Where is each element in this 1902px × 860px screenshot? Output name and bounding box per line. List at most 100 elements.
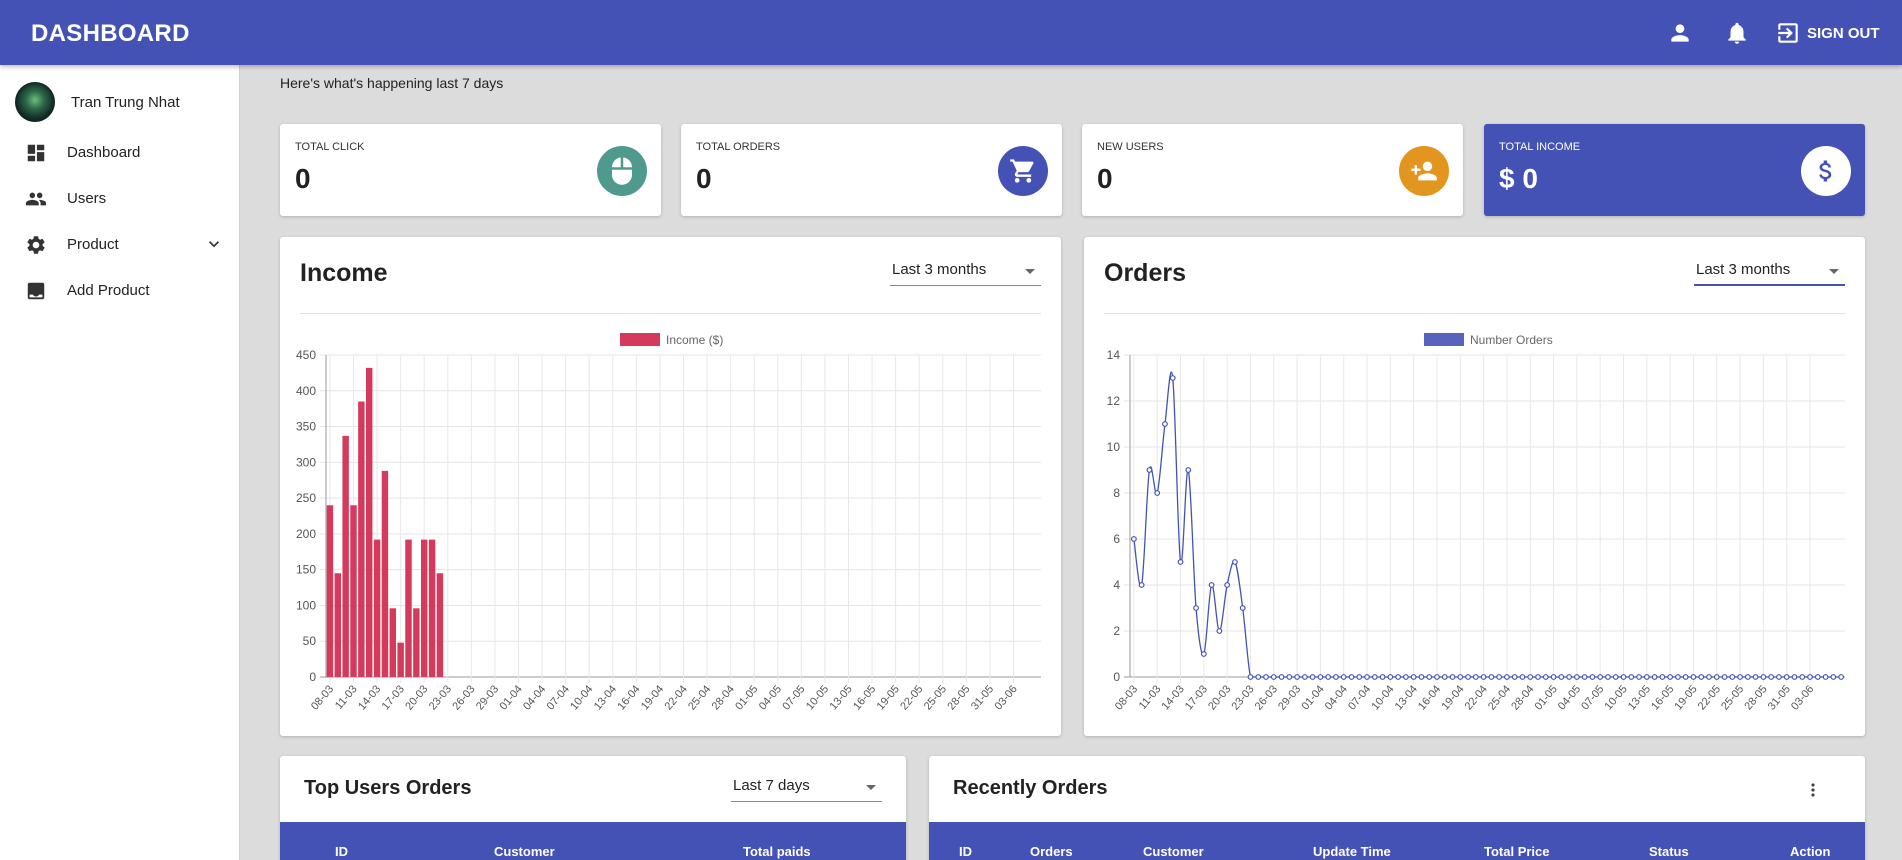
data-point [1768, 674, 1775, 680]
sidebar-item-add-product[interactable]: Add Product [0, 268, 240, 312]
data-point [1651, 674, 1658, 680]
chevron-down-icon[interactable] [204, 234, 224, 254]
sidebar-item-users[interactable]: Users [0, 176, 240, 220]
bar [413, 608, 420, 677]
y-tick-label: 50 [303, 634, 317, 648]
x-tick-label: 16-04 [615, 683, 642, 712]
column-header[interactable]: Customer [1143, 844, 1204, 859]
stat-value: 0 [1097, 163, 1113, 194]
data-point [1675, 674, 1681, 680]
data-point [1294, 674, 1300, 680]
x-tick-label: 07-04 [1346, 683, 1373, 712]
bar [365, 367, 373, 677]
sidebar-item-product[interactable]: Product [0, 222, 240, 266]
x-tick-label: 25-04 [1486, 683, 1513, 712]
app-bar: DASHBOARD SIGN OUT [0, 0, 1902, 65]
notifications-button[interactable] [1720, 16, 1754, 50]
sidebar: Tran Trung Nhat Dashboard Users Product … [0, 65, 240, 860]
data-point [1628, 674, 1635, 680]
data-point [1239, 605, 1246, 611]
data-point [1737, 674, 1743, 680]
data-point [1472, 674, 1479, 680]
x-tick-label: 19-05 [875, 683, 902, 712]
x-tick-label: 10-05 [1603, 683, 1630, 712]
data-point [1317, 674, 1324, 680]
data-point [1713, 674, 1720, 680]
x-tick-label: 29-03 [1276, 683, 1303, 712]
x-tick-label: 23-03 [427, 683, 454, 712]
data-point [1791, 674, 1798, 680]
data-point [1511, 674, 1518, 680]
column-header[interactable]: ID [959, 844, 972, 859]
data-point [1744, 674, 1751, 680]
cart-icon [998, 146, 1048, 196]
column-header[interactable]: Customer [494, 844, 555, 859]
x-tick-label: 25-04 [686, 683, 713, 712]
data-point [1356, 674, 1363, 680]
column-header[interactable]: Orders [1030, 844, 1073, 859]
column-header[interactable]: Total Price [1484, 844, 1550, 859]
x-tick-label: 23-03 [1229, 683, 1256, 712]
x-tick-label: 14-03 [1160, 683, 1187, 712]
x-tick-label: 17-03 [1183, 683, 1210, 712]
bar [358, 401, 365, 677]
data-point [1177, 559, 1184, 565]
data-point [1371, 674, 1378, 680]
x-tick-label: 26-03 [450, 683, 477, 712]
data-point [1814, 674, 1821, 680]
user-profile[interactable]: Tran Trung Nhat [15, 81, 180, 123]
data-point [1340, 674, 1347, 680]
x-tick-label: 19-04 [639, 683, 666, 712]
data-point [1247, 674, 1254, 680]
column-header[interactable]: Status [1649, 844, 1689, 859]
column-header[interactable]: Total paids [743, 844, 811, 859]
stat-label: TOTAL ORDERS [696, 141, 781, 153]
x-tick-label: 01-05 [733, 683, 760, 712]
account-button[interactable] [1663, 16, 1697, 50]
data-point [1760, 674, 1767, 680]
data-point [1690, 674, 1697, 680]
data-point [1301, 674, 1308, 680]
orders-panel: Orders Last 3 months Number Orders 0 2 4 6 8 1… [1084, 237, 1865, 736]
y-tick-label: 4 [1113, 578, 1120, 592]
page-subtitle: Here's what's happening last 7 days [280, 75, 504, 91]
column-header[interactable]: Action [1790, 844, 1830, 859]
x-tick-label: 26-03 [1253, 683, 1280, 712]
x-tick-label: 28-05 [1742, 683, 1769, 712]
data-point [1193, 605, 1199, 611]
sidebar-item-dashboard[interactable]: Dashboard [0, 130, 240, 174]
sign-out-button[interactable]: SIGN OUT [1775, 17, 1880, 49]
column-header[interactable]: ID [335, 844, 348, 859]
add-user-icon [1399, 146, 1449, 196]
column-header[interactable]: Update Time [1313, 844, 1391, 859]
data-point [1224, 582, 1231, 588]
data-point [1612, 674, 1619, 680]
data-point [1364, 674, 1370, 680]
x-tick-label: 01-04 [1299, 683, 1326, 712]
data-point [1162, 421, 1168, 427]
data-point [1721, 674, 1728, 680]
y-tick-label: 100 [296, 598, 316, 612]
bar [428, 539, 436, 677]
stat-card-total-click: TOTAL CLICK 0 [280, 124, 661, 216]
x-tick-label: 03-06 [993, 683, 1020, 712]
add-box-icon [27, 282, 45, 300]
data-point [1348, 674, 1355, 680]
y-tick-label: 350 [296, 420, 316, 434]
data-point [1449, 674, 1456, 680]
x-tick-label: 22-05 [898, 683, 925, 712]
top-users-range-select[interactable]: Last 7 days [731, 772, 882, 802]
bar [373, 539, 381, 677]
data-point [1636, 674, 1642, 680]
data-point [1395, 674, 1402, 680]
x-tick-label: 20-03 [1206, 683, 1233, 712]
data-point [1597, 674, 1604, 680]
y-tick-label: 2 [1113, 624, 1120, 638]
y-tick-label: 400 [296, 384, 316, 398]
bar [436, 573, 444, 677]
bell-icon [1728, 22, 1746, 44]
more-vert-icon[interactable] [1803, 778, 1823, 802]
data-point [1682, 674, 1689, 680]
x-tick-label: 01-05 [1533, 683, 1560, 712]
data-point [1776, 674, 1782, 680]
